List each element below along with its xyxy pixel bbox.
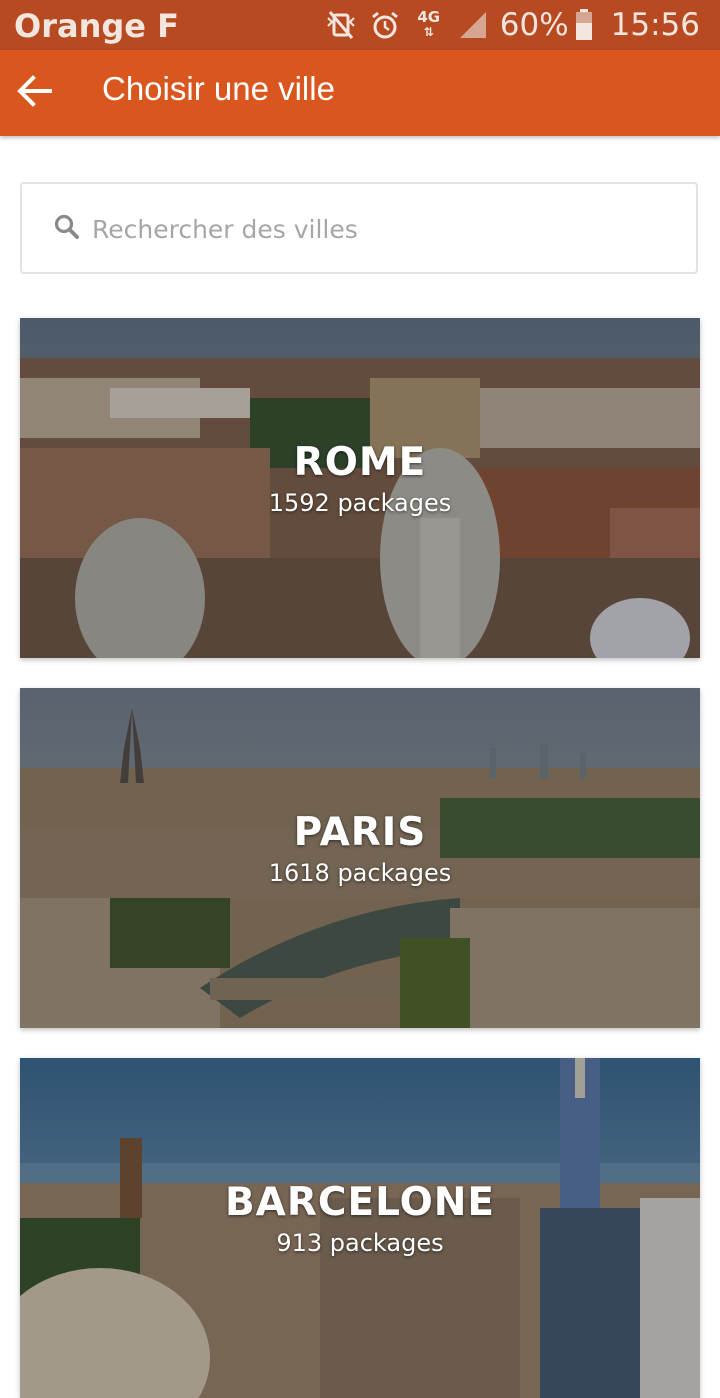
status-bar: Orange F 4G ⇅ 60% 15:56 (0, 0, 720, 50)
city-package-count: 1618 packages (268, 859, 452, 887)
city-package-count: 913 packages (276, 1229, 444, 1257)
app-toolbar: Choisir une ville (0, 50, 720, 136)
mute-vibrate-icon (324, 8, 358, 42)
city-card-paris[interactable]: PARIS 1618 packages (20, 688, 700, 1028)
search-box[interactable] (20, 182, 698, 274)
clock: 15:56 (610, 7, 700, 43)
rome-cityscape-image (20, 318, 700, 658)
city-name: BARCELONE (224, 1180, 496, 1225)
page-title: Choisir une ville (102, 70, 335, 107)
city-name: PARIS (293, 810, 427, 855)
back-button[interactable] (10, 66, 58, 120)
network-4g-icon: 4G ⇅ (417, 8, 441, 40)
network-4g-label: 4G (417, 8, 441, 26)
back-arrow-icon (16, 75, 52, 111)
paris-cityscape-image (20, 688, 700, 1028)
city-package-count: 1592 packages (268, 489, 452, 517)
city-card-barcelone[interactable]: BARCELONE 913 packages (20, 1058, 700, 1398)
alarm-icon (368, 8, 402, 42)
battery-icon (573, 8, 595, 42)
search-icon (54, 214, 80, 240)
status-icons: 4G ⇅ 60% 15:56 (324, 7, 700, 43)
carrier-name: Orange F (14, 7, 179, 45)
city-card-rome[interactable]: ROME 1592 packages (20, 318, 700, 658)
battery-percent: 60% (499, 7, 569, 43)
city-name: ROME (293, 440, 427, 485)
barcelone-cityscape-image (20, 1058, 700, 1398)
signal-icon (456, 8, 490, 42)
search-input[interactable] (90, 206, 674, 252)
